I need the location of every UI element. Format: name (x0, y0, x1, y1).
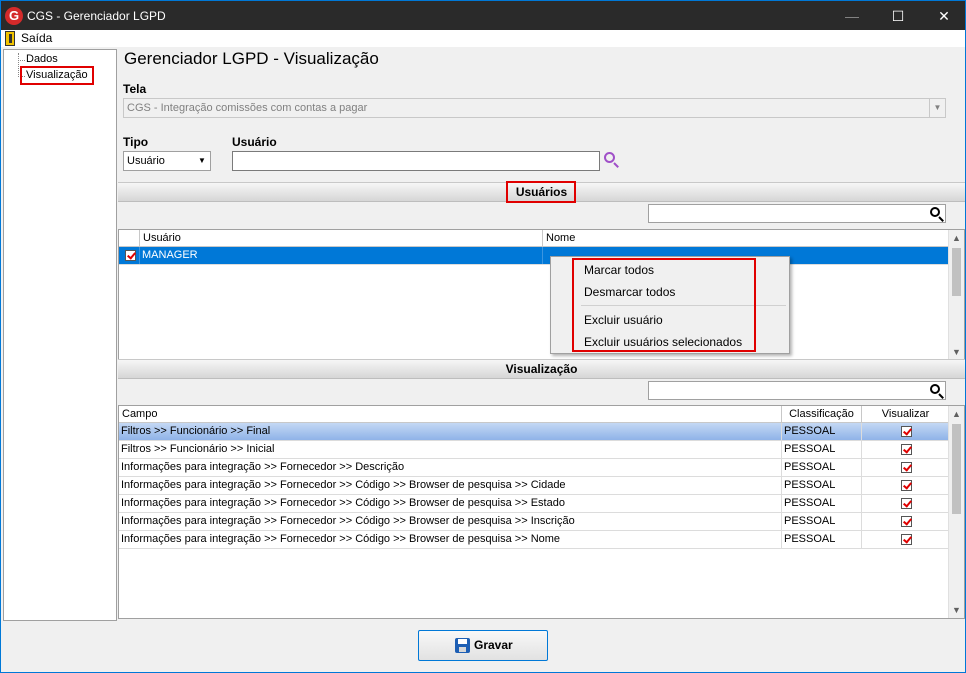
usuarios-vertical-scrollbar[interactable]: ▲ ▼ (948, 230, 964, 360)
classificacao-cell: PESSOAL (782, 513, 862, 530)
floppy-disk-icon (455, 638, 470, 653)
table-row[interactable]: Filtros >> Funcionário >> Inicial PESSOAL (119, 441, 949, 459)
row-checkbox[interactable] (119, 247, 140, 264)
table-row[interactable]: Informações para integração >> Fornecedo… (119, 459, 949, 477)
classificacao-cell: PESSOAL (782, 459, 862, 476)
usuarios-filter-input[interactable] (648, 204, 946, 223)
search-icon[interactable] (930, 207, 944, 222)
column-header-visualizar[interactable]: Visualizar (862, 406, 949, 423)
checkbox-checked-icon[interactable] (901, 533, 912, 545)
visualizar-cell[interactable] (862, 513, 949, 530)
campo-cell: Filtros >> Funcionário >> Inicial (119, 441, 782, 458)
close-button[interactable]: ✕ (921, 1, 966, 31)
tipo-select-value: Usuário (127, 155, 165, 167)
visualizar-cell[interactable] (862, 459, 949, 476)
table-row[interactable]: MANAGER (119, 247, 949, 265)
checkbox-checked-icon[interactable] (124, 249, 136, 261)
visualizacao-grid: Campo Classificação Visualizar Filtros >… (118, 405, 965, 619)
save-button-label: Gravar (474, 638, 513, 652)
classificacao-cell: PESSOAL (782, 477, 862, 494)
search-icon[interactable] (930, 384, 944, 399)
tela-label: Tela (123, 82, 147, 96)
exit-menu-item[interactable]: Saída (21, 31, 52, 45)
visualizar-cell[interactable] (862, 477, 949, 494)
campo-cell: Informações para integração >> Fornecedo… (119, 459, 782, 476)
campo-cell: Informações para integração >> Fornecedo… (119, 513, 782, 530)
visualizacao-vertical-scrollbar[interactable]: ▲ ▼ (948, 406, 964, 618)
visualizar-cell[interactable] (862, 531, 949, 548)
scroll-down-icon[interactable]: ▼ (949, 344, 964, 360)
table-row[interactable]: Informações para integração >> Fornecedo… (119, 531, 949, 549)
scroll-down-icon[interactable]: ▼ (949, 602, 964, 618)
title-bar: G CGS - Gerenciador LGPD — ☐ ✕ (0, 0, 966, 30)
page-title: Gerenciador LGPD - Visualização (124, 49, 379, 68)
visualizar-cell[interactable] (862, 441, 949, 458)
visualizar-cell[interactable] (862, 423, 949, 440)
table-row[interactable]: Informações para integração >> Fornecedo… (119, 495, 949, 513)
usuario-input[interactable] (232, 151, 600, 171)
scroll-up-icon[interactable]: ▲ (949, 406, 964, 422)
app-logo-icon: G (5, 7, 23, 25)
scroll-thumb[interactable] (952, 424, 961, 514)
checkbox-checked-icon[interactable] (901, 461, 912, 473)
maximize-button[interactable]: ☐ (875, 1, 921, 31)
table-row[interactable]: Filtros >> Funcionário >> Final PESSOAL (119, 423, 949, 441)
chevron-down-icon[interactable]: ▼ (194, 152, 210, 170)
scroll-up-icon[interactable]: ▲ (949, 230, 964, 246)
tela-select[interactable]: CGS - Integração comissões com contas a … (123, 98, 946, 118)
table-row[interactable]: Informações para integração >> Fornecedo… (119, 477, 949, 495)
navigation-tree: Dados Visualização (3, 49, 117, 621)
tree-connector (18, 60, 25, 61)
tipo-label: Tipo (123, 135, 149, 149)
visualizacao-grid-header: Campo Classificação Visualizar (119, 406, 949, 423)
tela-select-value: CGS - Integração comissões com contas a … (127, 102, 368, 114)
usuarios-grid-header: Usuário Nome (119, 230, 949, 247)
column-header-nome[interactable]: Nome (543, 230, 949, 247)
highlight-box (506, 181, 576, 203)
column-header-check[interactable] (119, 230, 140, 247)
classificacao-cell: PESSOAL (782, 423, 862, 440)
checkbox-checked-icon[interactable] (901, 497, 912, 509)
window-title: CGS - Gerenciador LGPD (27, 9, 166, 23)
classificacao-cell: PESSOAL (782, 531, 862, 548)
campo-cell: Informações para integração >> Fornecedo… (119, 477, 782, 494)
save-button[interactable]: Gravar (418, 630, 548, 661)
visualizar-cell[interactable] (862, 495, 949, 512)
visualizacao-section-header: Visualização (118, 359, 965, 379)
search-icon[interactable] (604, 152, 619, 168)
checkbox-checked-icon[interactable] (901, 443, 912, 455)
campo-cell: Informações para integração >> Fornecedo… (119, 495, 782, 512)
table-row[interactable]: Informações para integração >> Fornecedo… (119, 513, 949, 531)
exit-door-icon[interactable] (5, 31, 15, 46)
tree-connector (18, 53, 19, 75)
column-header-classificacao[interactable]: Classificação (782, 406, 862, 423)
checkbox-checked-icon[interactable] (901, 425, 912, 437)
minimize-button[interactable]: — (829, 1, 875, 31)
classificacao-cell: PESSOAL (782, 495, 862, 512)
scroll-thumb[interactable] (952, 248, 961, 296)
visualizacao-section-title: Visualização (505, 362, 578, 376)
checkbox-checked-icon[interactable] (901, 479, 912, 491)
window-frame: Dados Visualização Gerenciador LGPD - Vi… (0, 47, 966, 673)
highlight-box (20, 66, 94, 85)
visualizacao-filter-input[interactable] (648, 381, 946, 400)
classificacao-cell: PESSOAL (782, 441, 862, 458)
campo-cell: Informações para integração >> Fornecedo… (119, 531, 782, 548)
campo-cell: Filtros >> Funcionário >> Final (119, 423, 782, 440)
tipo-select[interactable]: Usuário ▼ (123, 151, 211, 171)
checkbox-checked-icon[interactable] (901, 515, 912, 527)
usuarios-grid: Usuário Nome MANAGER ▲ ▼ (118, 229, 965, 361)
tree-item-dados[interactable]: Dados (26, 53, 58, 65)
usuario-cell: MANAGER (140, 247, 543, 264)
main-panel: Gerenciador LGPD - Visualização Tela CGS… (118, 47, 965, 622)
column-header-campo[interactable]: Campo (119, 406, 782, 423)
highlight-box (572, 258, 756, 352)
chevron-down-icon[interactable]: ▼ (929, 99, 945, 117)
menu-bar: Saída (0, 30, 966, 47)
column-header-usuario[interactable]: Usuário (140, 230, 543, 247)
usuario-label: Usuário (232, 135, 277, 149)
